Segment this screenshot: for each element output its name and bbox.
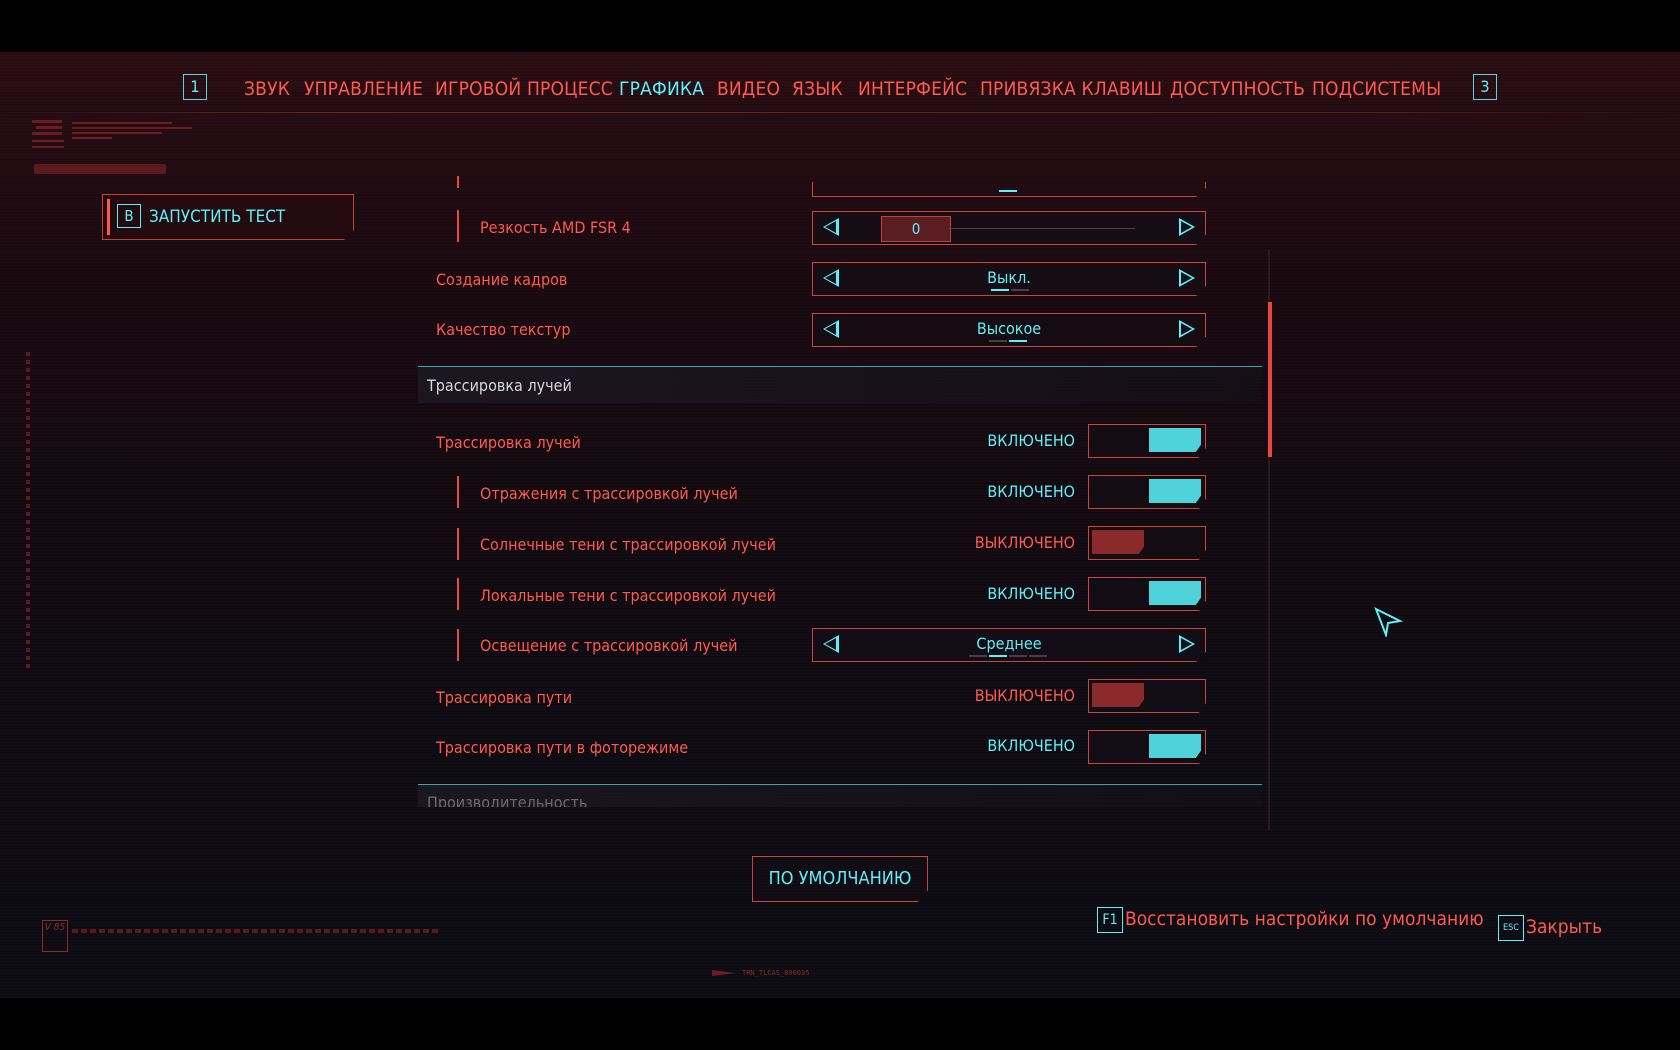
bench-key-hint: B — [117, 204, 141, 228]
sub-indent-bar — [457, 578, 459, 610]
reset-default-button[interactable]: ПО УМОЛЧАНИЮ — [752, 856, 928, 902]
tab-keybindings[interactable]: ПРИВЯЗКА КЛАВИШ — [980, 78, 1162, 100]
tab-interface[interactable]: ИНТЕРФЕЙС — [858, 78, 967, 100]
texture-quality-value: Высокое — [976, 319, 1042, 338]
tab-subsystems[interactable]: ПОДСИСТЕМЫ — [1312, 78, 1441, 100]
option-indicator — [991, 289, 1009, 291]
section-title: Производительность — [427, 793, 588, 807]
mouse-cursor-icon — [1374, 607, 1404, 637]
path-tracing-photo-state: ВКЛЮЧЕНО — [987, 736, 1075, 755]
f1-key-icon: F1 — [1097, 907, 1123, 933]
run-benchmark-button[interactable]: B ЗАПУСТИТЬ ТЕСТ — [102, 194, 354, 240]
section-header-performance: Производительность — [418, 784, 1262, 807]
fsr-sharpness-label: Резкость AMD FSR 4 — [480, 218, 631, 237]
sub-indent-bar — [457, 528, 459, 560]
tab-sound[interactable]: ЗВУК — [244, 78, 290, 100]
version-badge: V 85 — [42, 920, 68, 952]
arrow-left-icon[interactable] — [823, 218, 839, 236]
reset-default-label: ПО УМОЛЧАНИЮ — [768, 868, 912, 889]
option-indicator — [1009, 655, 1027, 657]
frame-gen-value: Выкл. — [987, 268, 1031, 287]
close-hint[interactable]: Закрыть — [1526, 916, 1602, 938]
path-tracing-label: Трассировка пути — [436, 688, 573, 707]
tab-language[interactable]: ЯЗЫК — [792, 78, 843, 100]
section-header-ray-tracing: Трассировка лучей — [418, 366, 1262, 403]
option-indicator — [989, 655, 1007, 657]
build-code: TRN_TLCAS_800035 — [742, 969, 810, 977]
path-tracing-photo-toggle[interactable] — [1088, 730, 1206, 764]
rt-sun-shadows-label: Солнечные тени с трассировкой лучей — [480, 535, 776, 554]
decor-logo-icon — [32, 120, 192, 148]
rt-sun-shadows-state: ВЫКЛЮЧЕНО — [974, 533, 1075, 552]
tab-graphics[interactable]: ГРАФИКА — [619, 78, 704, 100]
option-indicator — [1029, 655, 1047, 657]
esc-key-icon: ESC — [1498, 915, 1524, 941]
rt-reflections-label: Отражения с трассировкой лучей — [480, 484, 738, 503]
decor-fineprint — [72, 929, 438, 933]
rt-reflections-state: ВКЛЮЧЕНО — [987, 482, 1075, 501]
bench-label: ЗАПУСТИТЬ ТЕСТ — [149, 207, 286, 227]
decor-side-stripe — [26, 352, 30, 672]
sub-indent-bar — [457, 210, 459, 242]
tab-video[interactable]: ВИДЕО — [717, 78, 780, 100]
rt-sun-shadows-toggle[interactable] — [1088, 526, 1206, 560]
rt-local-shadows-state: ВКЛЮЧЕНО — [987, 584, 1075, 603]
ray-tracing-toggle[interactable] — [1088, 424, 1206, 458]
tab-gameplay[interactable]: ИГРОВОЙ ПРОЦЕСС — [435, 78, 613, 100]
rt-local-shadows-label: Локальные тени с трассировкой лучей — [480, 586, 776, 605]
section-title: Трассировка лучей — [427, 376, 572, 395]
path-tracing-photo-label: Трассировка пути в фоторежиме — [436, 738, 689, 757]
partial-selector — [812, 182, 1206, 197]
sub-indent-bar — [457, 176, 459, 188]
texture-quality-selector[interactable]: Высокое — [812, 313, 1206, 347]
fsr-sharpness-slider[interactable]: 0 — [812, 211, 1206, 245]
ray-tracing-label: Трассировка лучей — [436, 433, 581, 452]
option-indicator — [1011, 289, 1029, 291]
texture-quality-label: Качество текстур — [436, 320, 571, 339]
slider-track[interactable] — [949, 228, 1135, 229]
rt-reflections-toggle[interactable] — [1088, 475, 1206, 509]
header-divider — [0, 112, 1680, 113]
rt-lighting-selector[interactable]: Среднее — [812, 628, 1206, 662]
ray-tracing-state: ВКЛЮЧЕНО — [987, 431, 1075, 450]
path-tracing-toggle[interactable] — [1088, 679, 1206, 713]
decor-tag — [34, 164, 166, 174]
rt-local-shadows-toggle[interactable] — [1088, 577, 1206, 611]
rt-lighting-value: Среднее — [976, 634, 1042, 653]
tab-accessibility[interactable]: ДОСТУПНОСТЬ — [1170, 78, 1305, 100]
slider-thumb[interactable]: 0 — [881, 216, 951, 242]
tab-controls[interactable]: УПРАВЛЕНИЕ — [304, 78, 423, 100]
scrollbar-thumb[interactable] — [1268, 302, 1272, 457]
frame-gen-selector[interactable]: Выкл. — [812, 262, 1206, 296]
frame-gen-label: Создание кадров — [436, 270, 568, 289]
option-indicator — [989, 340, 1007, 342]
restore-defaults-hint[interactable]: Восстановить настройки по умолчанию — [1125, 908, 1484, 930]
sub-indent-bar — [457, 476, 459, 508]
rt-lighting-label: Освещение с трассировкой лучей — [480, 636, 738, 655]
bench-accent-bar — [107, 199, 110, 235]
path-tracing-state: ВЫКЛЮЧЕНО — [974, 686, 1075, 705]
decor-arrow-icon — [712, 970, 736, 976]
option-indicator — [1009, 340, 1027, 342]
arrow-right-icon[interactable] — [1179, 635, 1195, 653]
next-tab-key[interactable]: 3 — [1473, 74, 1497, 100]
arrow-right-icon[interactable] — [1179, 269, 1195, 287]
sub-indent-bar — [457, 629, 459, 661]
option-indicator — [969, 655, 987, 657]
settings-screen: 1 ЗВУК УПРАВЛЕНИЕ ИГРОВОЙ ПРОЦЕСС ГРАФИК… — [0, 52, 1680, 998]
arrow-right-icon[interactable] — [1179, 320, 1195, 338]
arrow-right-icon[interactable] — [1179, 218, 1195, 236]
prev-tab-key[interactable]: 1 — [183, 74, 207, 100]
